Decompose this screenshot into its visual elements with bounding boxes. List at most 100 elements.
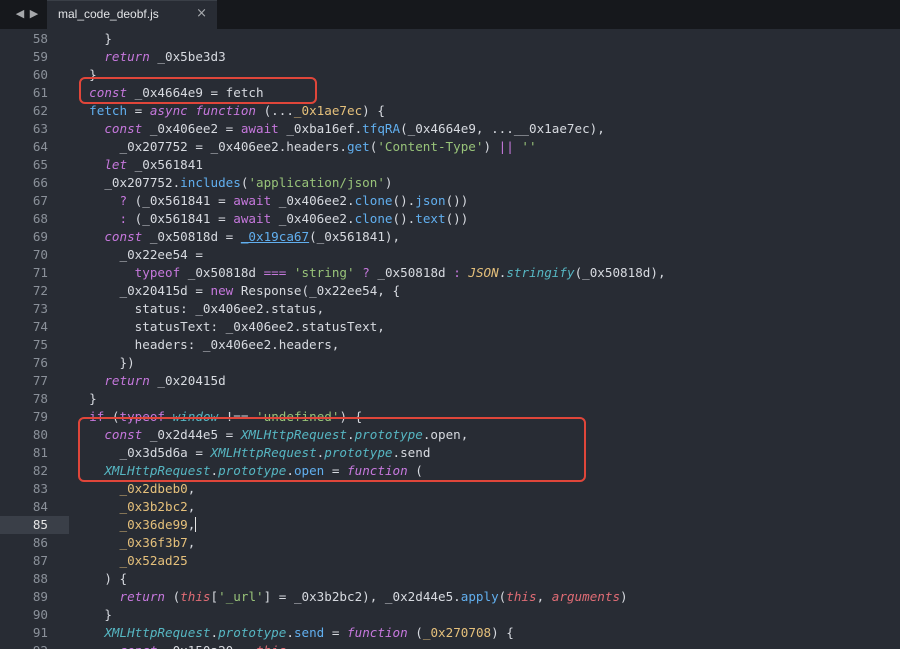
code-token: prototype <box>354 427 423 442</box>
line-number: 71 <box>32 265 48 280</box>
code-line[interactable]: 85 _0x36de99, <box>0 516 900 534</box>
forward-arrow-icon[interactable]: ▶ <box>27 6 41 22</box>
tab-title: mal_code_deobf.js <box>58 7 159 21</box>
code-line[interactable]: 78 } <box>0 390 900 408</box>
code-line[interactable]: 71 typeof _0x50818d === 'string' ? _0x50… <box>0 264 900 282</box>
code-line[interactable]: 73 status: _0x406ee2.status, <box>0 300 900 318</box>
code-line[interactable]: 72 _0x20415d = new Response(_0x22ee54, { <box>0 282 900 300</box>
code-token: . <box>286 463 294 478</box>
code-text: _0x207752.includes('application/json') <box>74 174 392 192</box>
code-line[interactable]: 70 _0x22ee54 = <box>0 246 900 264</box>
code-token: _0x36de99 <box>119 517 188 532</box>
code-token: _0x36f3b7 <box>119 535 188 550</box>
code-line[interactable]: 81 _0x3d5d6a = XMLHttpRequest.prototype.… <box>0 444 900 462</box>
code-token: clone <box>354 211 393 226</box>
code-text: } <box>74 606 112 624</box>
code-line[interactable]: 92 const _0x150a20 = this <box>0 642 900 649</box>
gutter: 85 <box>0 516 69 534</box>
code-line[interactable]: 62 fetch = async function (..._0x1ae7ec)… <box>0 102 900 120</box>
code-token: _0x270708 <box>422 625 492 640</box>
code-token: ) { <box>362 103 385 118</box>
code-line[interactable]: 61 const _0x4664e9 = fetch <box>0 84 900 102</box>
code-line[interactable]: 90 } <box>0 606 900 624</box>
code-line[interactable]: 63 const _0x406ee2 = await _0xba16ef.tfq… <box>0 120 900 138</box>
gutter: 78 <box>0 390 69 408</box>
code-text: const _0x150a20 = this <box>74 642 287 649</box>
line-number: 80 <box>32 427 48 442</box>
code-token: _0x406ee2 = <box>142 121 241 136</box>
code-text: const _0x406ee2 = await _0xba16ef.tfqRA(… <box>74 120 604 138</box>
code-token: open <box>293 463 325 478</box>
code-text: const _0x50818d = _0x19ca67(_0x561841), <box>74 228 400 246</box>
code-token: this <box>256 643 286 649</box>
code-text: } <box>74 66 97 84</box>
code-token: return <box>104 49 150 64</box>
gutter: 79 <box>0 408 69 426</box>
code-token: _0x561841 <box>127 157 203 172</box>
code-line[interactable]: 86 _0x36f3b7, <box>0 534 900 552</box>
code-token: tfqRA <box>362 121 401 136</box>
code-text: let _0x561841 <box>74 156 203 174</box>
line-number: 72 <box>32 283 48 298</box>
code-token: [ <box>210 589 219 604</box>
line-number: 85 <box>32 517 48 532</box>
code-token: prototype <box>218 463 287 478</box>
code-text: } <box>74 30 112 48</box>
code-token: , <box>187 517 196 532</box>
gutter: 63 <box>0 120 69 138</box>
code-token: ) { <box>104 571 128 586</box>
text-cursor <box>195 517 197 532</box>
code-line[interactable]: 82 XMLHttpRequest.prototype.open = funct… <box>0 462 900 480</box>
code-text: const _0x4664e9 = fetch <box>74 84 263 102</box>
code-text: const _0x2d44e5 = XMLHttpRequest.prototy… <box>74 426 468 444</box>
code-line[interactable]: 75 headers: _0x406ee2.headers, <box>0 336 900 354</box>
code-line[interactable]: 77 return _0x20415d <box>0 372 900 390</box>
gutter: 81 <box>0 444 69 462</box>
code-line[interactable]: 76 }) <box>0 354 900 372</box>
code-line[interactable]: 60 } <box>0 66 900 84</box>
code-line[interactable]: 64 _0x207752 = _0x406ee2.headers.get('Co… <box>0 138 900 156</box>
code-text: typeof _0x50818d === 'string' ? _0x50818… <box>74 264 666 282</box>
code-token: await <box>240 121 279 136</box>
code-line[interactable]: 84 _0x3b2bc2, <box>0 498 900 516</box>
code-text: : (_0x561841 = await _0x406ee2.clone().t… <box>74 210 469 228</box>
gutter: 88 <box>0 570 69 588</box>
code-token: fetch <box>89 103 128 118</box>
code-line[interactable]: 74 statusText: _0x406ee2.statusText, <box>0 318 900 336</box>
code-line[interactable]: 91 XMLHttpRequest.prototype.send = funct… <box>0 624 900 642</box>
line-number: 73 <box>32 301 48 316</box>
code-line[interactable]: 59 return _0x5be3d3 <box>0 48 900 66</box>
back-arrow-icon[interactable]: ◀ <box>13 6 27 22</box>
gutter: 71 <box>0 264 69 282</box>
code-token: (... <box>256 103 294 118</box>
code-token: _0x3d5d6a = <box>119 445 211 460</box>
code-token: (). <box>392 193 416 208</box>
tab-file[interactable]: mal_code_deobf.js × <box>47 0 217 29</box>
code-line[interactable]: 89 return (this['_url'] = _0x3b2bc2), _0… <box>0 588 900 606</box>
code-line[interactable]: 66 _0x207752.includes('application/json'… <box>0 174 900 192</box>
code-line[interactable]: 67 ? (_0x561841 = await _0x406ee2.clone(… <box>0 192 900 210</box>
code-token: === <box>263 265 287 280</box>
code-text: } <box>74 390 97 408</box>
gutter: 75 <box>0 336 69 354</box>
code-line[interactable]: 79 if (typeof window !== 'undefined') { <box>0 408 900 426</box>
code-token: _0xba16ef. <box>278 121 363 136</box>
code-token: const <box>89 85 128 100</box>
code-editor[interactable]: 58 } 59 return _0x5be3d3 60 } 61 const _0x4… <box>0 29 900 649</box>
code-line[interactable]: 80 const _0x2d44e5 = XMLHttpRequest.prot… <box>0 426 900 444</box>
code-text: return (this['_url'] = _0x3b2bc2), _0x2d… <box>74 588 628 606</box>
code-token: ? <box>119 193 128 208</box>
code-line[interactable]: 68 : (_0x561841 = await _0x406ee2.clone(… <box>0 210 900 228</box>
code-line[interactable]: 83 _0x2dbeb0, <box>0 480 900 498</box>
gutter: 77 <box>0 372 69 390</box>
code-token: _0x50818d = <box>142 229 241 244</box>
code-line[interactable]: 69 const _0x50818d = _0x19ca67(_0x561841… <box>0 228 900 246</box>
code-line[interactable]: 88 ) { <box>0 570 900 588</box>
code-token: get <box>346 139 370 154</box>
close-icon[interactable]: × <box>196 6 207 21</box>
code-token: ( <box>104 409 120 424</box>
code-line[interactable]: 87 _0x52ad25 <box>0 552 900 570</box>
code-token: = <box>127 103 150 118</box>
code-line[interactable]: 58 } <box>0 30 900 48</box>
code-line[interactable]: 65 let _0x561841 <box>0 156 900 174</box>
